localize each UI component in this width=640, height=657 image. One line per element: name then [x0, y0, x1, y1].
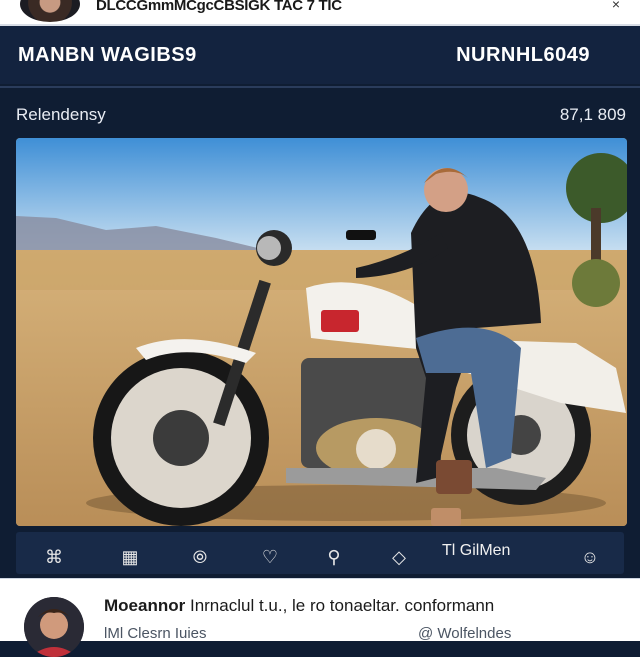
brand-title: MANBN WAGIBS9 — [18, 44, 197, 66]
header-divider — [0, 86, 640, 88]
close-icon[interactable]: × — [612, 0, 620, 12]
post-meta-left: lMl Clesrn Iuies — [104, 625, 207, 642]
photo-illustration — [16, 138, 627, 526]
like-icon[interactable]: ♡ — [256, 543, 284, 571]
gallery-icon[interactable]: ▦ — [116, 543, 144, 571]
post-caption: Moeannor Inrnaclul t.u., le ro tonaeltar… — [104, 596, 494, 616]
app-header: MANBN WAGIBS9 NURNHL6049 — [0, 26, 640, 84]
subheader-count: 87,1 809 — [559, 105, 626, 124]
diamond-icon[interactable]: ◇ — [385, 543, 413, 571]
post-caption-text: Inrnaclul t.u., le ro tonaeltar. conform… — [189, 596, 495, 615]
post-footer: Moeannor Inrnaclul t.u., le ro tonaeltar… — [0, 578, 640, 657]
emoji-icon[interactable]: ☺ — [576, 543, 604, 571]
subheader-label: Relendensy — [16, 105, 106, 124]
header-code: NURNHL6049 — [456, 44, 590, 66]
top-notification-strip: DLCCGmmMCgcCBSIGK TAC 7 TIC × — [0, 0, 640, 26]
avatar-illustration — [24, 597, 84, 657]
motorcycle-photo[interactable] — [16, 138, 627, 526]
location-icon[interactable]: ⚲ — [320, 543, 348, 571]
action-bar-label[interactable]: Tl GilMen — [442, 542, 510, 560]
post-author[interactable]: Moeannor — [104, 596, 185, 615]
share-icon[interactable]: ⌘ — [40, 543, 68, 571]
author-avatar[interactable] — [24, 597, 84, 657]
action-bar: ⌘ ▦ ⦾ ♡ ⚲ ◇ Tl GilMen ☺ — [0, 528, 640, 578]
top-strip-text: DLCCGmmMCgcCBSIGK TAC 7 TIC — [96, 0, 342, 14]
post-meta-right[interactable]: @ Wolfelndes — [418, 625, 511, 642]
top-avatar[interactable] — [20, 0, 80, 22]
tag-icon[interactable]: ⦾ — [186, 543, 214, 571]
